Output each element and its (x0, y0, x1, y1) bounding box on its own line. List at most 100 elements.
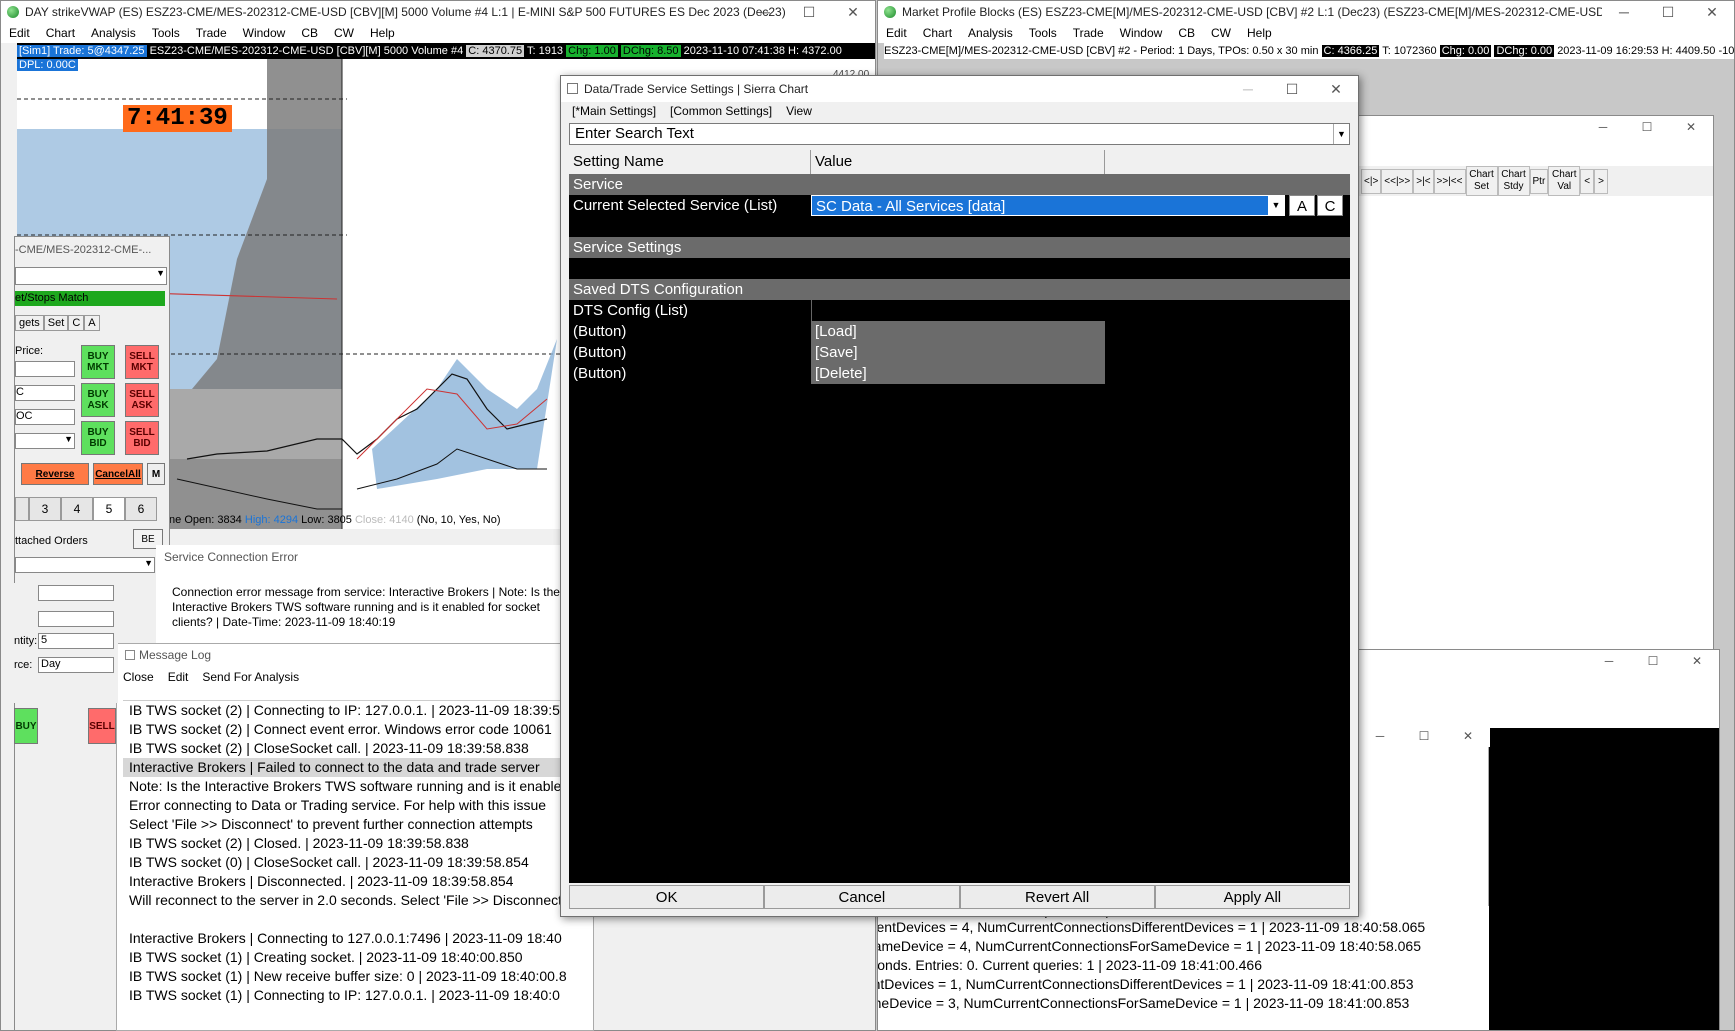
preset-5[interactable]: 5 (93, 497, 125, 521)
maximize-icon[interactable]: ☐ (787, 1, 831, 23)
menu-analysis[interactable]: Analysis (83, 26, 144, 40)
preset-3[interactable]: 3 (29, 497, 61, 521)
log-menu-edit[interactable]: Edit (168, 670, 189, 684)
pointer-button[interactable]: Ptr (1529, 168, 1549, 194)
current-service-select[interactable]: SC Data - All Services [data] (811, 195, 1285, 216)
buy-bid-button[interactable]: BUY BID (81, 421, 115, 455)
revert-all-button[interactable]: Revert All (959, 885, 1155, 909)
scroll-right-button[interactable]: > (1594, 168, 1608, 194)
dialog-titlebar[interactable]: Data/Trade Service Settings | Sierra Cha… (561, 76, 1358, 102)
c-button[interactable]: C (1317, 195, 1343, 216)
preset-6[interactable]: 6 (125, 497, 157, 521)
toolbar-btn-2[interactable]: <<|>> (1381, 168, 1414, 194)
log-menu-send[interactable]: Send For Analysis (202, 670, 299, 684)
tab-set[interactable]: Set (43, 315, 69, 331)
maximize-icon[interactable]: ☐ (1646, 1, 1690, 23)
menu-chart[interactable]: Chart (38, 26, 83, 40)
apply-all-button[interactable]: Apply All (1154, 885, 1350, 909)
sell-bid-button[interactable]: SELL BID (125, 421, 159, 455)
sell-button[interactable]: SELL (88, 708, 116, 744)
log-menu-close[interactable]: Close (123, 670, 154, 684)
buy-button[interactable]: BUY (14, 708, 38, 744)
sell-ask-button[interactable]: SELL ASK (125, 383, 159, 417)
reverse-button[interactable]: Reverse (21, 463, 89, 485)
menu-trade[interactable]: Trade (188, 26, 235, 40)
main-settings-tab[interactable]: [*Main Settings] (565, 104, 663, 118)
close-icon[interactable]: ✕ (1446, 725, 1490, 747)
delete-button[interactable]: [Delete] (811, 363, 1105, 384)
menu-trade[interactable]: Trade (1065, 26, 1112, 40)
field-oc[interactable]: OC (15, 409, 75, 425)
maximize-icon[interactable]: ☐ (1625, 116, 1669, 138)
menu-help[interactable]: Help (362, 26, 403, 40)
row-dts-config[interactable]: DTS Config (List) (569, 300, 1350, 321)
menu-cb[interactable]: CB (293, 26, 326, 40)
menu-window[interactable]: Window (235, 26, 294, 40)
menu-window[interactable]: Window (1112, 26, 1171, 40)
menu-tools[interactable]: Tools (1021, 26, 1065, 40)
quantity-input[interactable]: 5 (38, 633, 114, 649)
view-menu[interactable]: View (779, 104, 819, 118)
attached-orders-dropdown[interactable]: ▼ (15, 557, 155, 573)
minimize-icon[interactable]: ─ (1602, 1, 1646, 23)
minimize-icon[interactable]: ─ (1358, 725, 1402, 747)
load-button[interactable]: [Load] (811, 321, 1105, 342)
field-c[interactable]: C (15, 385, 75, 401)
ok-button[interactable]: OK (569, 885, 765, 909)
menu-tools[interactable]: Tools (144, 26, 188, 40)
menu-cw[interactable]: CW (326, 26, 362, 40)
message-log-list[interactable]: IB TWS socket (2) | Connecting to IP: 12… (123, 700, 593, 1030)
dts-config-value[interactable] (811, 300, 1105, 321)
row-current-service[interactable]: Current Selected Service (List) SC Data … (569, 195, 1350, 216)
maximize-icon[interactable]: ☐ (1631, 650, 1675, 672)
menu-cw[interactable]: CW (1203, 26, 1239, 40)
order-type-dropdown[interactable]: ▼ (15, 433, 75, 449)
right-log-list[interactable]: TradeActivity files query time: 0.090804… (878, 906, 1489, 1030)
tab-a[interactable]: A (84, 315, 100, 331)
qty-field-lower[interactable] (38, 611, 114, 627)
close-icon[interactable]: ✕ (1669, 116, 1713, 138)
chart-values-button[interactable]: Chart Val (1548, 166, 1581, 196)
tab-targets[interactable]: gets (15, 315, 44, 331)
cancel-all-button[interactable]: CancelAll (93, 463, 143, 485)
row-save[interactable]: (Button) [Save] (569, 342, 1350, 363)
menu-cb[interactable]: CB (1170, 26, 1203, 40)
preset-4[interactable]: 4 (61, 497, 93, 521)
buy-ask-button[interactable]: BUY ASK (81, 383, 115, 417)
qty-field-upper[interactable] (38, 585, 114, 601)
time-in-force-select[interactable]: Day (38, 657, 114, 673)
minimize-icon[interactable]: ─ (1581, 116, 1625, 138)
minimize-icon[interactable]: ─ (743, 1, 787, 23)
buy-mkt-button[interactable]: BUY MKT (81, 345, 115, 379)
minimize-icon[interactable]: ─ (1587, 650, 1631, 672)
menu-analysis[interactable]: Analysis (960, 26, 1021, 40)
menu-chart[interactable]: Chart (915, 26, 960, 40)
toolbar-btn-1[interactable]: <|> (1361, 168, 1382, 194)
chevron-down-icon[interactable]: ▼ (1268, 196, 1284, 215)
row-delete[interactable]: (Button) [Delete] (569, 363, 1350, 384)
menu-help[interactable]: Help (1239, 26, 1280, 40)
minimize-icon[interactable]: ─ (1226, 76, 1270, 98)
trade-account-dropdown[interactable]: ▼ (15, 267, 167, 285)
tab-c[interactable]: C (68, 315, 85, 331)
maximize-icon[interactable]: ☐ (1402, 725, 1446, 747)
sell-mkt-button[interactable]: SELL MKT (125, 345, 159, 379)
toolbar-btn-4[interactable]: >>|<< (1433, 168, 1466, 194)
m-button[interactable]: M (147, 463, 165, 485)
close-icon[interactable]: ✕ (831, 1, 875, 23)
chart-study-button[interactable]: Chart Stdy (1497, 166, 1530, 196)
cancel-button[interactable]: Cancel (764, 885, 960, 909)
chevron-down-icon[interactable]: ▼ (1333, 124, 1349, 144)
price-field[interactable] (15, 361, 75, 377)
toolbar-btn-3[interactable]: >|< (1413, 168, 1434, 194)
search-input[interactable]: Enter Search Text ▼ (569, 123, 1350, 145)
message-log-titlebar[interactable]: Message Log (117, 644, 593, 666)
left-window-titlebar[interactable]: DAY strikeVWAP (ES) ESZ23-CME/MES-202312… (1, 1, 875, 23)
close-icon[interactable]: ✕ (1690, 1, 1734, 23)
close-icon[interactable]: ✕ (1314, 76, 1358, 98)
maximize-icon[interactable]: ☐ (1270, 76, 1314, 98)
scroll-left-button[interactable]: < (1580, 168, 1595, 194)
common-settings-tab[interactable]: [Common Settings] (663, 104, 779, 118)
a-button[interactable]: A (1289, 195, 1315, 216)
save-button[interactable]: [Save] (811, 342, 1105, 363)
